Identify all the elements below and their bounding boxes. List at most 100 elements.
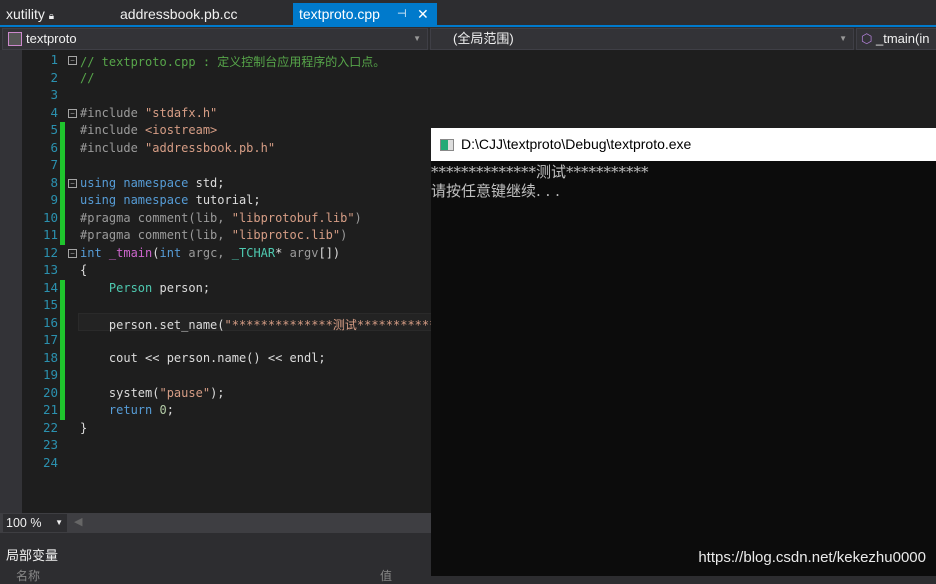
line-number: 4: [50, 104, 58, 120]
line-number: 6: [50, 139, 58, 155]
code-token: return: [108, 403, 160, 417]
code-line[interactable]: #include <iostream>: [80, 123, 217, 137]
member-dropdown[interactable]: ⬡ _tmain(in: [856, 28, 936, 50]
code-token: system(: [80, 385, 160, 400]
change-indicator: [60, 402, 65, 420]
close-icon[interactable]: ✕: [417, 3, 429, 25]
code-token: //: [80, 70, 95, 85]
change-indicator: [60, 279, 65, 297]
line-number: 9: [50, 192, 58, 207]
code-token: person.set_name(: [80, 317, 225, 332]
scroll-left-icon[interactable]: ◀: [74, 515, 82, 528]
line-number: 17: [42, 332, 58, 347]
code-token: <iostream>: [145, 123, 218, 137]
code-line[interactable]: #include "stdafx.h": [80, 106, 217, 120]
code-token: cout << person.name() << endl;: [80, 350, 326, 365]
code-line[interactable]: using namespace tutorial;: [80, 193, 261, 207]
line-number: 23: [42, 437, 58, 452]
code-line[interactable]: using namespace std;: [80, 176, 225, 190]
chevron-down-icon: ▼: [413, 34, 421, 43]
code-token: tutorial;: [195, 193, 261, 207]
change-indicator: [60, 174, 65, 192]
code-token: #include: [80, 105, 146, 120]
code-token: // textproto.cpp : 定义控制台应用程序的入口点。: [80, 55, 386, 69]
code-line[interactable]: person.set_name("**************测试*******…: [80, 316, 458, 333]
lock-icon: 🔒︎: [48, 11, 55, 22]
code-token: ;: [166, 403, 174, 417]
tab-addressbook[interactable]: addressbook.pb.cc: [114, 3, 244, 25]
change-indicator: [60, 332, 65, 350]
change-indicator: [60, 192, 65, 210]
chevron-down-icon: ▼: [839, 34, 847, 43]
line-number: 12: [42, 244, 58, 260]
collapse-icon[interactable]: −: [68, 178, 77, 188]
tab-xutility[interactable]: xutility 🔒︎: [0, 3, 60, 25]
code-line[interactable]: // textproto.cpp : 定义控制台应用程序的入口点。: [80, 53, 385, 70]
code-line[interactable]: #pragma comment(lib, "libprotoc.lib"): [80, 228, 347, 242]
line-number: 5: [50, 122, 58, 137]
line-number: 24: [42, 454, 58, 470]
code-token: _TCHAR: [231, 245, 276, 260]
code-line[interactable]: return 0;: [80, 403, 174, 417]
code-token: ): [340, 228, 348, 242]
code-line[interactable]: #pragma comment(lib, "libprotobuf.lib"): [80, 211, 362, 225]
code-token: 0: [159, 403, 167, 417]
change-indicator: [60, 209, 65, 227]
code-line[interactable]: }: [80, 421, 87, 435]
change-indicator: [60, 297, 65, 315]
line-number: 1: [50, 52, 58, 67]
collapse-icon[interactable]: −: [68, 248, 77, 258]
zoom-dropdown[interactable]: 100 % ▼: [3, 514, 67, 532]
line-number: 7: [50, 157, 58, 172]
change-indicator: [60, 227, 65, 245]
line-number: 16: [42, 314, 58, 330]
console-titlebar[interactable]: D:\CJJ\textproto\Debug\textproto.exe: [431, 128, 936, 161]
indicator-margin: [0, 50, 22, 513]
cube-icon: ⬡: [861, 31, 873, 46]
code-token: ): [354, 210, 362, 225]
line-number: 8: [50, 174, 58, 190]
scope-dropdown[interactable]: (全局范围) ▼: [430, 28, 854, 50]
code-token: #include: [80, 123, 146, 137]
change-indicator: [60, 122, 65, 140]
watermark: https://blog.csdn.net/kekezhu0000: [698, 549, 926, 566]
line-number: 15: [42, 297, 58, 312]
console-window[interactable]: D:\CJJ\textproto\Debug\textproto.exe ***…: [431, 128, 936, 576]
change-indicator: [60, 349, 65, 367]
tab-textproto[interactable]: textproto.cpp ⊣ ✕: [293, 3, 437, 25]
code-token: "stdafx.h": [145, 105, 218, 120]
project-dropdown[interactable]: textproto ▼: [2, 28, 428, 50]
code-line[interactable]: //: [80, 71, 94, 85]
pin-icon[interactable]: ⊣: [397, 3, 407, 25]
document-tabs: xutility 🔒︎ addressbook.pb.cc textproto.…: [0, 0, 936, 27]
code-line[interactable]: #include "addressbook.pb.h": [80, 141, 275, 155]
change-indicator: [60, 157, 65, 175]
code-token: int: [80, 245, 109, 260]
code-token: "**************测试***********": [224, 317, 444, 332]
code-line[interactable]: Person person;: [80, 281, 210, 295]
console-line: 请按任意键继续. . .: [431, 182, 560, 200]
code-token: std;: [195, 175, 225, 190]
code-token: int: [159, 245, 189, 260]
code-token: argc,: [188, 245, 232, 260]
code-line[interactable]: system("pause");: [80, 386, 225, 400]
code-token: }: [80, 420, 88, 435]
code-token: "pause": [159, 385, 211, 400]
change-indicator: [60, 314, 65, 332]
line-number: 20: [42, 384, 58, 400]
code-token: person;: [152, 280, 211, 295]
code-token: []): [318, 245, 341, 260]
line-number: 13: [42, 262, 58, 277]
code-line[interactable]: {: [80, 263, 87, 277]
collapse-icon[interactable]: −: [68, 56, 77, 65]
panel-title: 局部变量: [6, 548, 59, 563]
line-number: 21: [42, 402, 58, 417]
code-line[interactable]: cout << person.name() << endl;: [80, 351, 326, 365]
collapse-icon[interactable]: −: [68, 108, 77, 118]
code-token: (: [152, 245, 160, 260]
code-line[interactable]: int _tmain(int argc, _TCHAR* argv[]): [80, 246, 340, 260]
code-token: *: [275, 245, 290, 260]
code-token: Person: [108, 280, 153, 295]
